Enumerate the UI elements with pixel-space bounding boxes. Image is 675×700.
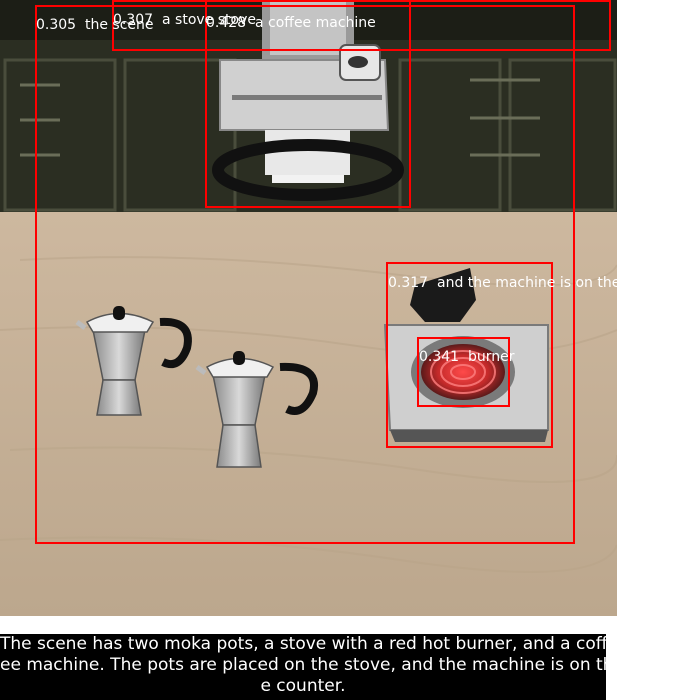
caption-line-3: e counter. (260, 676, 346, 696)
detection-box-coffee-machine (205, 0, 411, 208)
caption-line-2: ee machine. The pots are placed on the s… (0, 655, 606, 675)
detection-box-burner (417, 337, 510, 407)
caption-panel: The scene has two moka pots, a stove wit… (0, 634, 606, 700)
detection-text: a coffee machine (255, 15, 376, 31)
caption-line-1: The scene has two moka pots, a stove wit… (0, 634, 606, 654)
detection-text: burner (468, 349, 515, 365)
detection-score: 0.341 (419, 349, 460, 365)
detection-score: 0.428 (206, 15, 247, 31)
detection-score: 0.305 (36, 17, 77, 33)
detection-score: 0.317 (388, 275, 429, 291)
detection-label-coffee-machine: 0.428 a coffee machine (206, 15, 376, 31)
detection-label-burner: 0.341 burner (419, 349, 515, 365)
detection-label-machine-on: 0.317 and the machine is on the (388, 275, 617, 291)
detection-score: 0.307 (113, 12, 154, 28)
detection-text: and the machine is on the (437, 275, 617, 291)
